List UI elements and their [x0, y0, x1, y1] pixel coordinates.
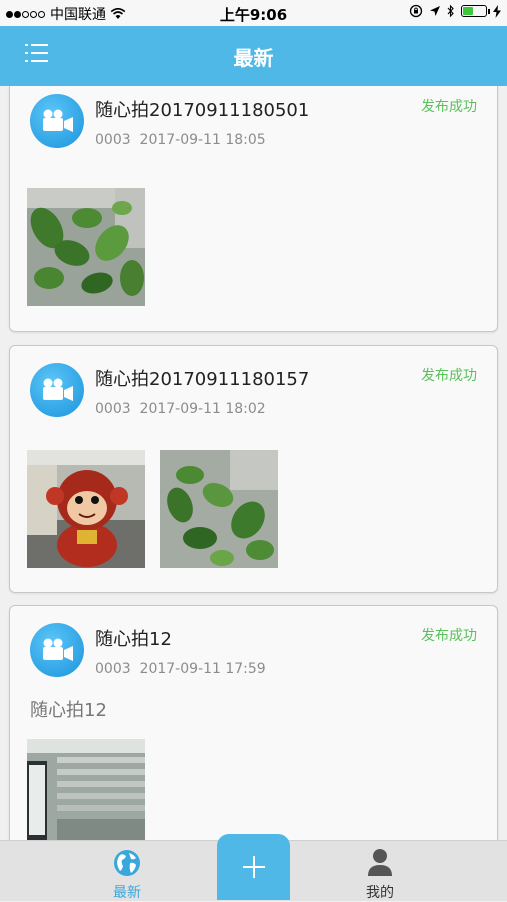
plant-photo — [160, 450, 278, 568]
post-card[interactable]: 随心拍12 发布成功 0003 2017-09-11 17:59 随心拍12 — [9, 605, 498, 840]
post-id: 0003 — [95, 132, 131, 148]
post-card[interactable]: 随心拍20170911180501 发布成功 0003 2017-09-11 1… — [9, 86, 498, 332]
post-id: 0003 — [95, 661, 131, 677]
navigation-bar: 最新 — [0, 26, 507, 86]
orientation-lock-icon — [409, 4, 423, 18]
post-meta: 0003 2017-09-11 18:05 — [95, 132, 266, 148]
post-photo[interactable] — [160, 450, 278, 568]
post-description: 随心拍12 — [30, 700, 107, 721]
post-meta: 0003 2017-09-11 17:59 — [95, 661, 266, 677]
plant-photo — [27, 188, 145, 306]
post-photo[interactable] — [27, 450, 145, 568]
post-status: 发布成功 — [421, 99, 477, 115]
post-avatar — [30, 623, 84, 677]
post-datetime: 2017-09-11 17:59 — [139, 661, 266, 677]
video-camera-icon — [43, 638, 73, 661]
post-title[interactable]: 随心拍20170911180501 — [95, 96, 309, 122]
bluetooth-icon — [447, 4, 454, 18]
add-post-button[interactable] — [217, 834, 290, 900]
user-icon — [368, 849, 392, 876]
post-datetime: 2017-09-11 18:05 — [139, 132, 266, 148]
tab-latest[interactable]: 最新 — [77, 841, 177, 901]
post-title[interactable]: 随心拍12 — [95, 625, 172, 651]
battery-icon — [461, 5, 490, 17]
tab-mine-label: 我的 — [366, 885, 394, 901]
globe-icon — [114, 850, 140, 876]
office-photo — [27, 739, 145, 840]
post-card[interactable]: 随心拍20170911180157 发布成功 0003 2017-09-11 1… — [9, 345, 498, 593]
post-datetime: 2017-09-11 18:02 — [139, 401, 266, 417]
location-icon — [430, 6, 440, 16]
post-avatar — [30, 94, 84, 148]
video-camera-icon — [43, 378, 73, 401]
post-status: 发布成功 — [421, 628, 477, 644]
post-avatar — [30, 363, 84, 417]
video-camera-icon — [43, 109, 73, 132]
post-photo[interactable] — [27, 739, 145, 840]
charging-icon — [493, 4, 501, 18]
tab-latest-label: 最新 — [113, 885, 141, 901]
plus-icon-stroke — [253, 856, 255, 878]
post-id: 0003 — [95, 401, 131, 417]
page-title: 最新 — [233, 46, 274, 70]
monkey-toy-photo — [27, 450, 145, 568]
post-feed[interactable]: 随心拍20170911180501 发布成功 0003 2017-09-11 1… — [0, 86, 507, 840]
post-status: 发布成功 — [421, 368, 477, 384]
status-bar: 中国联通 上午9:06 — [0, 0, 507, 26]
tab-mine[interactable]: 我的 — [330, 841, 430, 901]
post-title[interactable]: 随心拍20170911180157 — [95, 365, 309, 391]
post-meta: 0003 2017-09-11 18:02 — [95, 401, 266, 417]
post-photo[interactable] — [27, 188, 145, 306]
